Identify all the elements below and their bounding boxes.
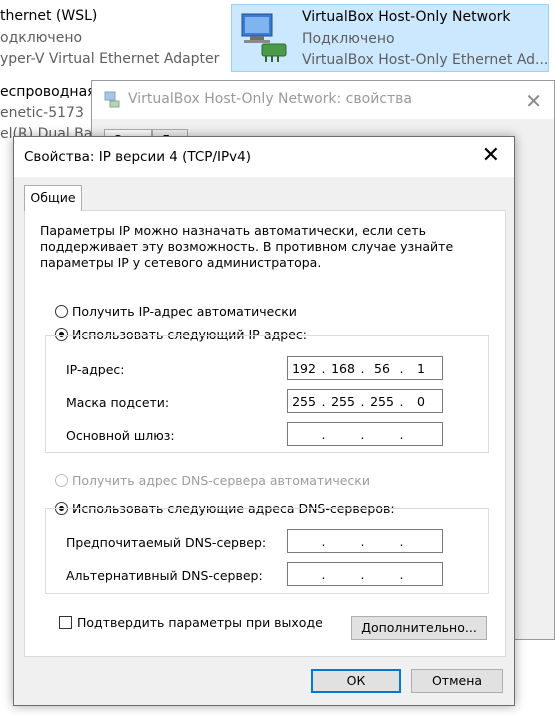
checkbox-indicator — [59, 616, 72, 629]
preferred-dns-label: Предпочитаемый DNS-сервер: — [66, 535, 267, 550]
validate-on-exit-label: Подтвердить параметры при выходе — [77, 615, 323, 630]
window-title: VirtualBox Host-Only Network: свойства — [128, 91, 412, 107]
alternate-dns-field[interactable]: . . . — [287, 562, 443, 586]
dns-auto-label: Получить адрес DNS-сервера автоматически — [72, 473, 370, 488]
ip-auto-radio[interactable]: Получить IP-адрес автоматически — [55, 304, 297, 319]
dns-settings-group: Предпочитаемый DNS-сервер: . . . Альтерн… — [45, 508, 489, 594]
ip-settings-group: IP-адрес: 192. 168. 56. 1 Маска подсети:… — [45, 335, 489, 453]
ip-address-field[interactable]: 192. 168. 56. 1 — [287, 356, 443, 380]
connection-status: enetic-5173 — [0, 105, 84, 121]
radio-indicator — [55, 305, 68, 318]
subnet-mask-label: Маска подсети: — [66, 395, 170, 410]
network-adapter-icon — [104, 91, 120, 108]
radio-indicator — [55, 474, 68, 487]
connection-status: Подключено — [302, 31, 395, 47]
preferred-dns-field[interactable]: . . . — [287, 529, 443, 553]
connection-name: thernet (WSL) — [0, 8, 98, 24]
description-text: Параметры IP можно назначать автоматичес… — [40, 223, 454, 270]
gateway-field[interactable]: . . . — [287, 422, 443, 446]
subnet-mask-field[interactable]: 255. 255. 255. 0 — [287, 389, 443, 413]
tab-general[interactable]: Общие — [24, 185, 82, 211]
title-bar: VirtualBox Host-Only Network: свойства ✕ — [92, 81, 554, 119]
alternate-dns-label: Альтернативный DNS-сервер: — [66, 568, 263, 583]
network-adapter-icon — [241, 13, 287, 62]
connection-name: VirtualBox Host-Only Network — [302, 9, 511, 25]
ip-address-label: IP-адрес: — [66, 362, 125, 377]
cancel-button[interactable]: Отмена — [411, 669, 503, 693]
close-icon[interactable]: ✕ — [525, 89, 542, 113]
ok-button[interactable]: ОК — [311, 669, 401, 693]
connection-adapter: yper-V Virtual Ethernet Adapter — [0, 51, 220, 67]
dns-auto-radio: Получить адрес DNS-сервера автоматически — [55, 473, 370, 488]
close-icon[interactable]: ✕ — [482, 145, 500, 167]
general-panel: Параметры IP можно назначать автоматичес… — [24, 210, 506, 657]
validate-on-exit-checkbox[interactable]: Подтвердить параметры при выходе — [59, 615, 323, 630]
connection-adapter: VirtualBox Host-Only Ethernet Ad... — [302, 52, 549, 68]
ip-auto-label: Получить IP-адрес автоматически — [72, 304, 297, 319]
gateway-label: Основной шлюз: — [66, 428, 175, 443]
advanced-button[interactable]: Дополнительно... — [351, 616, 487, 640]
title-bar: Свойства: IP версии 4 (TCP/IPv4) ✕ — [14, 137, 514, 177]
connection-status: одключено — [0, 30, 83, 46]
dialog-title: Свойства: IP версии 4 (TCP/IPv4) — [24, 149, 251, 165]
ipv4-properties-dialog: Свойства: IP версии 4 (TCP/IPv4) ✕ Общие… — [13, 136, 515, 706]
